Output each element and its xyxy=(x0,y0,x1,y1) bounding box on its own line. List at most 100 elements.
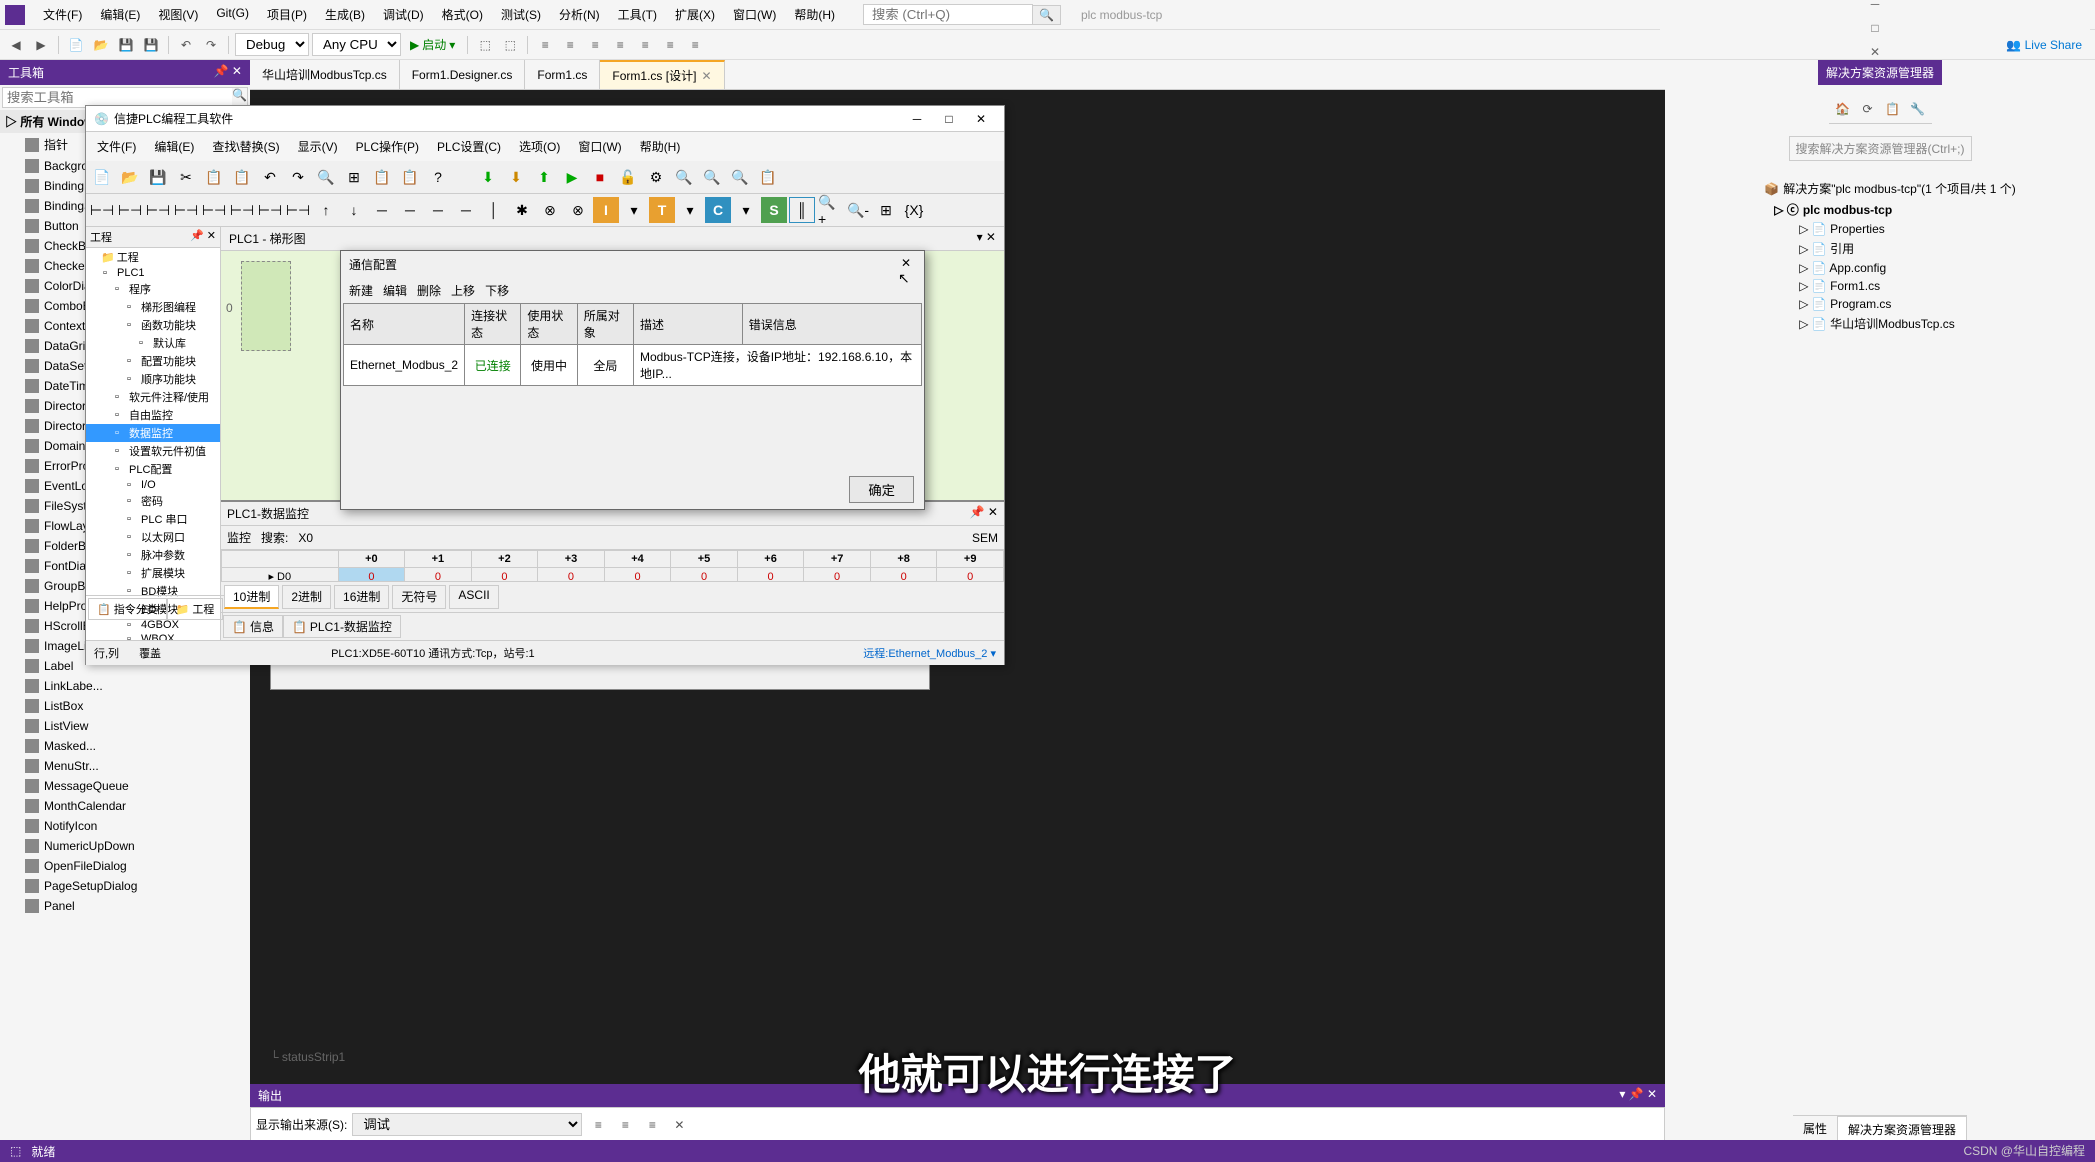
ladder-icon[interactable]: ⊗ xyxy=(537,197,563,223)
sem-label[interactable]: SEM xyxy=(972,531,998,545)
save-all-icon[interactable]: 💾 xyxy=(140,34,162,56)
ladder-icon[interactable]: ⊢⊣ xyxy=(229,197,255,223)
conn-status[interactable]: 远程:Ethernet_Modbus_2 ▾ xyxy=(863,645,996,661)
output-tool-icon[interactable]: ≡ xyxy=(614,1114,636,1136)
redo-icon[interactable]: ↷ xyxy=(285,164,311,190)
toolbox-item[interactable]: ListBox xyxy=(0,696,250,716)
ladder-icon[interactable]: ─ xyxy=(369,197,395,223)
tool-icon[interactable]: ⚙ xyxy=(643,164,669,190)
ladder-icon[interactable]: ⊢⊣ xyxy=(89,197,115,223)
menu-item[interactable]: 编辑(E) xyxy=(92,3,148,26)
cmd-tab[interactable]: 📋 指令分类 xyxy=(88,598,167,620)
solution-item[interactable]: ▷ 📄 App.config xyxy=(1744,259,2016,277)
solution-item[interactable]: ▷ 📄 华山培训ModbusTcp.cs xyxy=(1744,313,2016,334)
ladder-icon[interactable]: ⊢⊣ xyxy=(201,197,227,223)
addr-value[interactable]: X0 xyxy=(298,531,313,545)
menu-item[interactable]: 工具(T) xyxy=(610,3,665,26)
platform-dropdown[interactable]: Any CPU xyxy=(312,33,401,56)
menu-item[interactable]: 格式(O) xyxy=(434,3,491,26)
toolbar-item[interactable]: 下移 xyxy=(485,282,509,299)
toolbar-item[interactable]: 编辑 xyxy=(383,282,407,299)
align-icon[interactable]: ≡ xyxy=(584,34,606,56)
solution-item[interactable]: ▷ 📄 Form1.cs xyxy=(1744,277,2016,295)
tool-icon[interactable]: 📋 xyxy=(755,164,781,190)
tree-item[interactable]: ▫密码 xyxy=(86,492,220,510)
ladder-icon[interactable]: ▾ xyxy=(677,197,703,223)
tool-icon[interactable]: {X} xyxy=(901,197,927,223)
toolbox-item[interactable]: Panel xyxy=(0,896,250,916)
output-controls[interactable]: ▾ 📌 ✕ xyxy=(1619,1087,1657,1104)
tree-item[interactable]: ▫自由监控 xyxy=(86,406,220,424)
menu-item[interactable]: 项目(P) xyxy=(259,3,315,26)
format-tab[interactable]: 2进制 xyxy=(282,585,331,609)
ladder-icon[interactable]: ║ xyxy=(789,197,815,223)
undo-icon[interactable]: ↶ xyxy=(257,164,283,190)
monitor-tab[interactable]: 📋 PLC1-数据监控 xyxy=(283,615,401,638)
ladder-icon[interactable]: ↑ xyxy=(313,197,339,223)
table-row[interactable]: ▸ D00000000000 xyxy=(222,568,1004,582)
tool-icon[interactable]: ⬚ xyxy=(499,34,521,56)
document-tab[interactable]: Form1.cs xyxy=(525,60,600,89)
zoom-out-icon[interactable]: 🔍- xyxy=(845,197,871,223)
start-button[interactable]: ▶ 启动 ▾ xyxy=(404,34,461,55)
watch-label[interactable]: 监控 xyxy=(227,529,251,546)
properties-tab[interactable]: 属性 xyxy=(1793,1116,1837,1142)
cut-icon[interactable]: ✂ xyxy=(173,164,199,190)
tree-item[interactable]: ▫以太网口 xyxy=(86,528,220,546)
dialog-titlebar[interactable]: 通信配置 ✕ xyxy=(341,251,924,278)
undo-icon[interactable]: ↶ xyxy=(175,34,197,56)
tree-item[interactable]: ▫WBOX xyxy=(86,632,220,640)
info-tab[interactable]: 📋 信息 xyxy=(223,615,283,638)
align-icon[interactable]: ≡ xyxy=(684,34,706,56)
ladder-cell[interactable] xyxy=(241,261,291,351)
menu-item[interactable]: 分析(N) xyxy=(551,3,608,26)
ladder-icon[interactable]: │ xyxy=(481,197,507,223)
toolbox-item[interactable]: MonthCalendar xyxy=(0,796,250,816)
upload-icon[interactable]: ⬇ xyxy=(503,164,529,190)
menu-item[interactable]: 扩展(X) xyxy=(667,3,723,26)
menu-item[interactable]: 显示(V) xyxy=(290,135,346,158)
tool-icon[interactable]: ⬚ xyxy=(474,34,496,56)
vs-search-input[interactable] xyxy=(863,4,1033,25)
help-icon[interactable]: ? xyxy=(425,164,451,190)
tree-item[interactable]: ▫梯形图编程 xyxy=(86,298,220,316)
toolbar-item[interactable]: 删除 xyxy=(417,282,441,299)
maximize-icon[interactable]: □ xyxy=(1860,21,1890,35)
document-tab[interactable]: Form1.cs [设计] ✕ xyxy=(600,60,724,89)
toolbox-item[interactable]: ListView xyxy=(0,716,250,736)
menu-item[interactable]: 视图(V) xyxy=(150,3,206,26)
close-icon[interactable]: ✕ xyxy=(701,69,711,83)
ladder-icon[interactable]: ⊗ xyxy=(565,197,591,223)
tool-icon[interactable]: 🔍 xyxy=(727,164,753,190)
maximize-icon[interactable]: □ xyxy=(934,112,964,126)
config-dropdown[interactable]: Debug xyxy=(235,33,309,56)
ladder-icon[interactable]: ▾ xyxy=(733,197,759,223)
tree-item[interactable]: ▫软元件注释/使用 xyxy=(86,388,220,406)
menu-item[interactable]: 测试(S) xyxy=(493,3,549,26)
menu-item[interactable]: 帮助(H) xyxy=(786,3,843,26)
format-tab[interactable]: 16进制 xyxy=(334,585,389,609)
solution-root[interactable]: 📦 解决方案"plc modbus-tcp"(1 个项目/共 1 个) xyxy=(1744,178,2016,199)
menu-item[interactable]: 选项(O) xyxy=(511,135,568,158)
menu-item[interactable]: 窗口(W) xyxy=(725,3,784,26)
ladder-icon[interactable]: ⊢⊣ xyxy=(257,197,283,223)
menu-item[interactable]: 帮助(H) xyxy=(632,135,689,158)
solution-item[interactable]: ▷ 📄 引用 xyxy=(1744,238,2016,259)
tree-root[interactable]: 📁 工程 xyxy=(86,248,220,266)
search-icon[interactable]: 🔍 xyxy=(1033,5,1061,25)
up-icon[interactable]: ⬆ xyxy=(531,164,557,190)
save-icon[interactable]: 💾 xyxy=(115,34,137,56)
zoom-in-icon[interactable]: 🔍+ xyxy=(817,197,843,223)
menu-item[interactable]: 编辑(E) xyxy=(146,135,202,158)
connection-table[interactable]: 名称连接状态使用状态所属对象描述错误信息 Ethernet_Modbus_2 已… xyxy=(343,303,922,386)
solution-item[interactable]: ▷ 📄 Program.cs xyxy=(1744,295,2016,313)
close-icon[interactable]: ✕ xyxy=(1860,45,1890,59)
menu-item[interactable]: Git(G) xyxy=(208,3,257,26)
tree-item[interactable]: ▫扩展模块 xyxy=(86,564,220,582)
open-icon[interactable]: 📂 xyxy=(90,34,112,56)
toolbox-item[interactable]: PageSetupDialog xyxy=(0,876,250,896)
home-icon[interactable]: 🏠 xyxy=(1832,98,1854,120)
tree-item[interactable]: ▫PLC1 xyxy=(86,266,220,280)
tree-item[interactable]: ▫脉冲参数 xyxy=(86,546,220,564)
open-icon[interactable]: 📂 xyxy=(117,164,143,190)
